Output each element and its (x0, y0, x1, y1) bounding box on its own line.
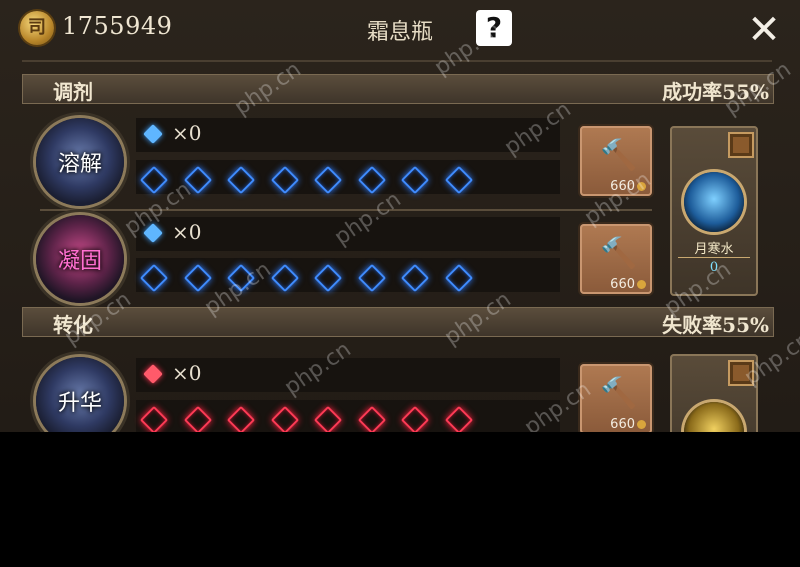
hammer-icon: 🔨 (600, 376, 638, 411)
potion-icon (684, 402, 744, 432)
close-button[interactable]: ✕ (744, 10, 784, 50)
section-bar-blend: 调剂 成功率55% (22, 74, 774, 104)
coin-small-icon (637, 420, 646, 429)
section-bar-transform: 转化 失败率55% (22, 307, 774, 337)
coin-small-icon (637, 280, 646, 289)
water-jar-icon (684, 172, 744, 232)
forge-cost: 660 (610, 277, 646, 292)
emblem-sublimate[interactable]: 升华 (36, 357, 124, 432)
section-label: 调剂 (53, 80, 93, 104)
game-window: 司 1755949 霜息瓶 ? ✕ 调剂 成功率55% 溶解 ×0 🔨 660 … (0, 0, 800, 432)
coin-icon: 司 (20, 11, 54, 45)
emblem-solidify[interactable]: 凝固 (36, 215, 124, 303)
gem-count: ×0 (172, 220, 202, 244)
emblem-label: 凝固 (57, 249, 102, 274)
header-divider (22, 60, 772, 62)
hammer-icon: 🔨 (600, 138, 638, 173)
item-name: 月寒水 (694, 242, 734, 257)
hammer-icon: 🔨 (600, 236, 638, 271)
window-title: 霜息瓶 (366, 20, 433, 45)
emblem-label: 升华 (57, 391, 102, 416)
item-divider (678, 257, 750, 258)
emblem-label: 溶解 (57, 152, 102, 177)
forge-button[interactable]: 🔨 660 (580, 224, 652, 294)
forge-cost: 660 (610, 417, 646, 432)
gem-count: ×0 (172, 361, 202, 385)
currency-amount: 1755949 (62, 12, 173, 40)
emblem-dissolve[interactable]: 溶解 (36, 118, 124, 206)
select-checkbox[interactable] (730, 134, 752, 156)
gem-count: ×0 (172, 121, 202, 145)
